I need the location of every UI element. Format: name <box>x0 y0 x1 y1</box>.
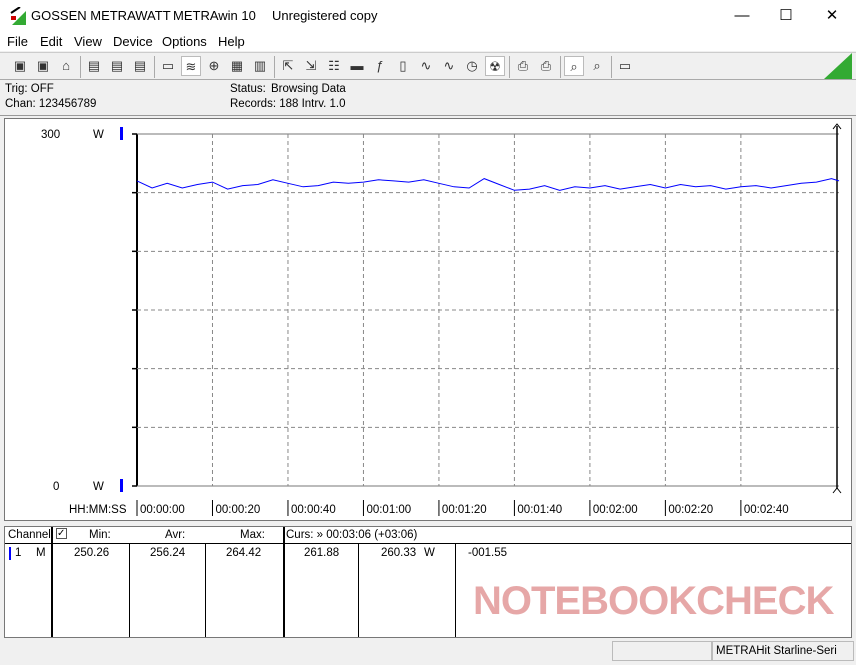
device-read-icon[interactable]: ▤ <box>84 56 104 76</box>
menu-device[interactable]: Device <box>113 34 153 49</box>
x-tick-label: 00:02:40 <box>744 504 789 516</box>
monitor-icon[interactable]: ▬ <box>347 56 367 76</box>
avr-header: Avr: <box>165 529 186 541</box>
info-panel: Trig: OFF Chan: 123456789 Status: Browsi… <box>0 80 856 116</box>
toolbar-separator <box>560 56 561 78</box>
records-info: Records: 188 Intrv. 1.0 <box>230 98 346 110</box>
delta-value: -001.55 <box>468 547 508 559</box>
x-tick-label: 00:00:40 <box>291 504 336 516</box>
brand-title: GOSSEN METRAWATT <box>31 8 171 23</box>
channel-mode: M <box>36 547 46 559</box>
toolbar: ▣ ▣ ⌂ ▤ ▤ ▤ ▭ ≋ ⊕ ▦ ▥ ⇱ ⇲ ☷ ▬ ƒ ▯ ∿ ∿ ◷ ☢ ⎙ ⎙ ⌕ ⌕ ▭ <box>0 52 856 80</box>
toolbar-separator <box>611 56 612 78</box>
x-tick-label: 00:02:00 <box>593 504 638 516</box>
cursor-label: Curs: » 00:03:06 (+03:06) <box>286 529 418 541</box>
avr-value: 256.24 <box>150 547 186 559</box>
print-icon[interactable]: ⎙ <box>513 56 533 76</box>
min-value: 250.26 <box>74 547 110 559</box>
device-status: METRAHit Starline-Seri <box>712 641 854 661</box>
channel-table: Channel: ✓ Min: Avr: Max: Curs: » 00:03:… <box>4 526 852 638</box>
toolbar-separator <box>80 56 81 78</box>
cursor2-value: 260.33 <box>381 547 417 559</box>
title-bar: GOSSEN METRAWATT METRAwin 10 Unregistere… <box>0 0 856 32</box>
power-chart[interactable]: 00:00:00 00:00:20 00:00:40 00:01:00 00:01:20… <box>5 119 851 520</box>
status-value: Browsing Data <box>271 83 346 95</box>
menu-bar: File Edit View Device Options Help <box>0 32 856 51</box>
data-list-icon[interactable]: ☷ <box>324 56 344 76</box>
x-tick-label: 00:01:20 <box>442 504 487 516</box>
comment-icon[interactable]: ▭ <box>615 56 635 76</box>
channel-number: 1 <box>15 547 22 559</box>
export-icon[interactable]: ⇱ <box>278 56 298 76</box>
zoom-wave-icon[interactable]: ⌕ <box>564 56 584 76</box>
signal-icon[interactable]: ∿ <box>416 56 436 76</box>
y-unit-label: W <box>93 481 104 493</box>
app-logo-icon <box>10 7 26 25</box>
menu-edit[interactable]: Edit <box>40 34 62 49</box>
x-axis-label: HH:MM:SS <box>69 504 127 516</box>
series-line <box>136 178 840 191</box>
scale-marker-top <box>120 127 123 140</box>
status-label: Status: <box>230 83 266 95</box>
app-title: METRAwin 10 <box>173 8 256 23</box>
table-icon[interactable]: ▦ <box>227 56 247 76</box>
meter-icon[interactable]: ▯ <box>393 56 413 76</box>
scale-marker-bottom <box>120 479 123 492</box>
x-tick-label: 00:02:20 <box>668 504 713 516</box>
menu-view[interactable]: View <box>74 34 102 49</box>
save-icon[interactable]: ▣ <box>10 56 30 76</box>
wave-view-icon[interactable]: ≋ <box>181 56 201 76</box>
x-tick-label: 00:01:40 <box>517 504 562 516</box>
status-bar: METRAHit Starline-Seri <box>0 640 856 662</box>
minimize-button[interactable]: — <box>722 4 762 28</box>
channel-checkbox[interactable]: ✓ <box>56 528 67 539</box>
device-memory-icon[interactable]: ▤ <box>130 56 150 76</box>
maximize-button[interactable]: ☐ <box>766 4 806 28</box>
device-stop-icon[interactable]: ▤ <box>107 56 127 76</box>
crosshair-icon[interactable]: ⊕ <box>204 56 224 76</box>
histogram-icon[interactable]: ▥ <box>250 56 270 76</box>
close-button[interactable]: ✕ <box>812 4 852 28</box>
watermark: NOTEBOOKCHECK <box>473 579 834 623</box>
print-setup-icon[interactable]: ⎙ <box>536 56 556 76</box>
menu-file[interactable]: File <box>7 34 28 49</box>
y-tick-label: 0 <box>53 481 59 493</box>
trigger-icon[interactable]: ☢ <box>485 56 505 76</box>
cursor1-value: 261.88 <box>304 547 340 559</box>
unit: W <box>424 547 435 559</box>
channel-header: Channel: <box>8 529 55 541</box>
toolbar-separator <box>274 56 275 78</box>
menu-help[interactable]: Help <box>218 34 245 49</box>
cursor-handle-bottom[interactable] <box>832 487 842 494</box>
x-tick-label: 00:00:00 <box>140 504 185 516</box>
multi-signal-icon[interactable]: ∿ <box>439 56 459 76</box>
import-icon[interactable]: ⇲ <box>301 56 321 76</box>
max-header: Max: <box>240 529 265 541</box>
clock-icon[interactable]: ◷ <box>462 56 482 76</box>
zoom-icon[interactable]: ⌕ <box>587 56 607 76</box>
min-header: Min: <box>89 529 111 541</box>
save-as-icon[interactable]: ▣ <box>33 56 53 76</box>
x-tick-label: 00:01:00 <box>366 504 411 516</box>
license-title: Unregistered copy <box>272 8 378 23</box>
toolbar-separator <box>154 56 155 78</box>
display-icon[interactable]: ▭ <box>158 56 178 76</box>
max-value: 264.42 <box>226 547 262 559</box>
toolbar-separator <box>509 56 510 78</box>
trigger-status: Trig: OFF <box>5 83 54 95</box>
formula-icon[interactable]: ƒ <box>370 56 390 76</box>
chart-panel[interactable]: 00:00:00 00:00:20 00:00:40 00:01:00 00:01:20… <box>4 118 852 521</box>
y-tick-label: 300 <box>41 129 60 141</box>
x-tick-label: 00:00:20 <box>215 504 260 516</box>
channel-color-marker <box>9 547 11 560</box>
open-icon[interactable]: ⌂ <box>56 56 76 76</box>
menu-options[interactable]: Options <box>162 34 207 49</box>
y-unit-label: W <box>93 129 104 141</box>
signal-strength-icon <box>824 53 852 79</box>
channel-list: Chan: 123456789 <box>5 98 97 110</box>
